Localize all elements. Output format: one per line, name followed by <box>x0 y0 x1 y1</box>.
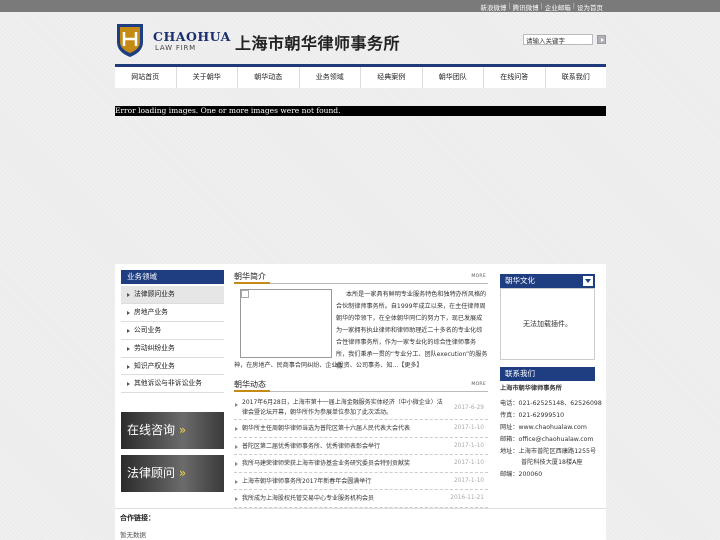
partner-links: 合作链接： 暂无数据 <box>115 508 606 540</box>
online-consult-label: 在线咨询 <box>127 423 176 437</box>
service-item-labor[interactable]: 劳动纠纷业务 <box>121 340 224 358</box>
news-item[interactable]: 上海市朝华律师事务所2017年新春年会圆满举行 2017-1-10 <box>234 473 488 490</box>
news-item-title[interactable]: 朝华所主任周朝华律师当选为普陀区第十六届人民代表大会代表 <box>234 424 444 434</box>
image-error-message: Error loading images. One or more images… <box>115 106 606 116</box>
site-logo[interactable]: CHAOHUA LAW FIRM 上海市朝华律师事务所 <box>115 20 425 60</box>
news-item-title[interactable]: 我所马建荣律师荣获上海市律协基金业务研究委员会特别贡献奖 <box>234 459 444 469</box>
intro-text-tail[interactable]: 神，在房地产、民商事合同纠纷、企业投资、公司事务、知...【更多】 <box>234 361 488 371</box>
top-links: 新浪微博 | 腾讯微博 | 企业邮箱 | 设为首页 <box>478 2 605 12</box>
shield-logo-icon <box>117 24 143 57</box>
service-item-ip[interactable]: 知识产权业务 <box>121 358 224 376</box>
intro-title: 朝华简介 <box>234 271 270 284</box>
nav-about[interactable]: 关于朝华 <box>177 67 238 88</box>
nav-qa[interactable]: 在线问答 <box>484 67 546 88</box>
chevron-down-icon[interactable] <box>583 276 593 286</box>
news-item-title[interactable]: 2017年6月28日，上海市第十一届上海金融服务实体经济（中小微企业）法律会暨论… <box>234 398 444 418</box>
brand-chinese: 上海市朝华律师事务所 <box>235 34 401 53</box>
service-item-corporate[interactable]: 公司业务 <box>121 322 224 340</box>
set-homepage-link[interactable]: 设为首页 <box>575 2 605 12</box>
culture-heading: 朝华文化 <box>500 274 595 288</box>
news-item-date: 2017-6-29 <box>453 405 484 411</box>
legal-advisor-banner[interactable]: 法律顾问 » <box>121 455 224 492</box>
service-item-real-estate[interactable]: 房地产业务 <box>121 304 224 322</box>
news-item[interactable]: 我所马建荣律师荣获上海市律协基金业务研究委员会特别贡献奖 2017-1-10 <box>234 455 488 473</box>
contact-firm-name: 上海市朝华律师事务所 <box>500 385 562 392</box>
nav-home[interactable]: 网站首页 <box>115 67 177 88</box>
news-item[interactable]: 朝华所主任周朝华律师当选为普陀区第十六届人民代表大会代表 2017-1-10 <box>234 420 488 438</box>
contact-postcode: 邮编：200060 <box>500 471 543 479</box>
services-menu: 法律顾问业务 房地产业务 公司业务 劳动纠纷业务 知识产权业务 其他诉讼与非诉讼… <box>121 286 224 394</box>
online-consult-banner[interactable]: 在线咨询 » <box>121 412 224 449</box>
nav-team[interactable]: 朝华团队 <box>423 67 484 88</box>
tencent-weibo-link[interactable]: 腾讯微博 <box>511 2 541 12</box>
news-title: 朝华动态 <box>234 379 270 392</box>
news-item-date: 2017-1-10 <box>453 425 484 431</box>
news-item[interactable]: 我所成为上海股权托管交易中心专业服务机构会员 2016-11-21 <box>234 490 488 508</box>
news-item-date: 2016-11-21 <box>450 495 484 501</box>
services-heading: 业务领域 <box>121 270 224 284</box>
partner-links-title: 合作链接： <box>120 514 155 522</box>
contact-address: 地址：上海市普陀区西康路1255号 <box>500 447 597 455</box>
brand-english: CHAOHUA <box>153 29 231 44</box>
intro-more-link[interactable]: MORE <box>471 274 486 279</box>
news-item-date: 2017-1-10 <box>453 460 484 466</box>
intro-image <box>240 289 332 358</box>
contact-email[interactable]: 邮箱：office@chaohualaw.com <box>500 434 595 446</box>
news-list: 2017年6月28日，上海市第十一届上海金融服务实体经济（中小微企业）法律会暨论… <box>234 396 488 508</box>
news-item-date: 2017-1-10 <box>453 477 484 484</box>
news-section-header: 朝华动态 MORE <box>234 379 488 392</box>
contact-info: 上海市朝华律师事务所 电话：021-62525148、62526098 传真：0… <box>500 383 602 481</box>
service-item-other[interactable]: 其他诉讼与非诉讼业务 <box>121 375 224 394</box>
news-item[interactable]: 普陀区第二届优秀律师事务所、优秀律师表彰会举行 2017-1-10 <box>234 438 488 455</box>
news-item-title[interactable]: 我所成为上海股权托管交易中心专业服务机构会员 <box>234 494 444 504</box>
weibo-link[interactable]: 新浪微博 <box>478 2 508 12</box>
search-input[interactable] <box>523 34 593 45</box>
search-button[interactable] <box>597 35 606 44</box>
broken-image-icon <box>241 290 249 298</box>
online-consult-arrow: » <box>178 423 187 437</box>
legal-advisor-arrow: » <box>178 466 187 480</box>
contact-heading: 联系我们 <box>500 367 595 381</box>
contact-address-2: 普陀科技大厦18楼A座 <box>521 459 583 467</box>
company-mail-link[interactable]: 企业邮箱 <box>543 2 573 12</box>
contact-phone: 电话：021-62525148、62526098 <box>500 399 602 407</box>
culture-title: 朝华文化 <box>505 276 535 285</box>
nav-contact[interactable]: 联系我们 <box>546 67 607 88</box>
partner-links-empty: 暂无数据 <box>120 531 146 539</box>
contact-website[interactable]: 网址：www.chaohualaw.com <box>500 422 595 434</box>
news-item-date: 2017-1-10 <box>453 442 484 449</box>
top-bar: 新浪微博 | 腾讯微博 | 企业邮箱 | 设为首页 <box>0 0 720 12</box>
main-nav: 网站首页 关于朝华 朝华动态 业务领域 经典案例 朝华团队 在线问答 联系我们 <box>115 64 606 88</box>
intro-section-header: 朝华简介 MORE <box>234 271 488 284</box>
service-item-legal-advisor[interactable]: 法律顾问业务 <box>121 286 224 304</box>
brand-subtitle: LAW FIRM <box>155 44 197 52</box>
news-item-title[interactable]: 上海市朝华律师事务所2017年新春年会圆满举行 <box>234 477 444 487</box>
news-item-title[interactable]: 普陀区第二届优秀律师事务所、优秀律师表彰会举行 <box>234 442 444 452</box>
legal-advisor-label: 法律顾问 <box>127 466 176 480</box>
news-item[interactable]: 2017年6月28日，上海市第十一届上海金融服务实体经济（中小微企业）法律会暨论… <box>234 396 488 420</box>
nav-services[interactable]: 业务领域 <box>300 67 361 88</box>
news-more-link[interactable]: MORE <box>471 382 486 387</box>
culture-box: 无法加载插件。 <box>500 288 595 360</box>
nav-news[interactable]: 朝华动态 <box>238 67 300 88</box>
contact-fax: 传真：021-62999510 <box>500 411 565 419</box>
nav-cases[interactable]: 经典案例 <box>361 67 423 88</box>
plugin-error-message: 无法加载插件。 <box>523 320 572 328</box>
